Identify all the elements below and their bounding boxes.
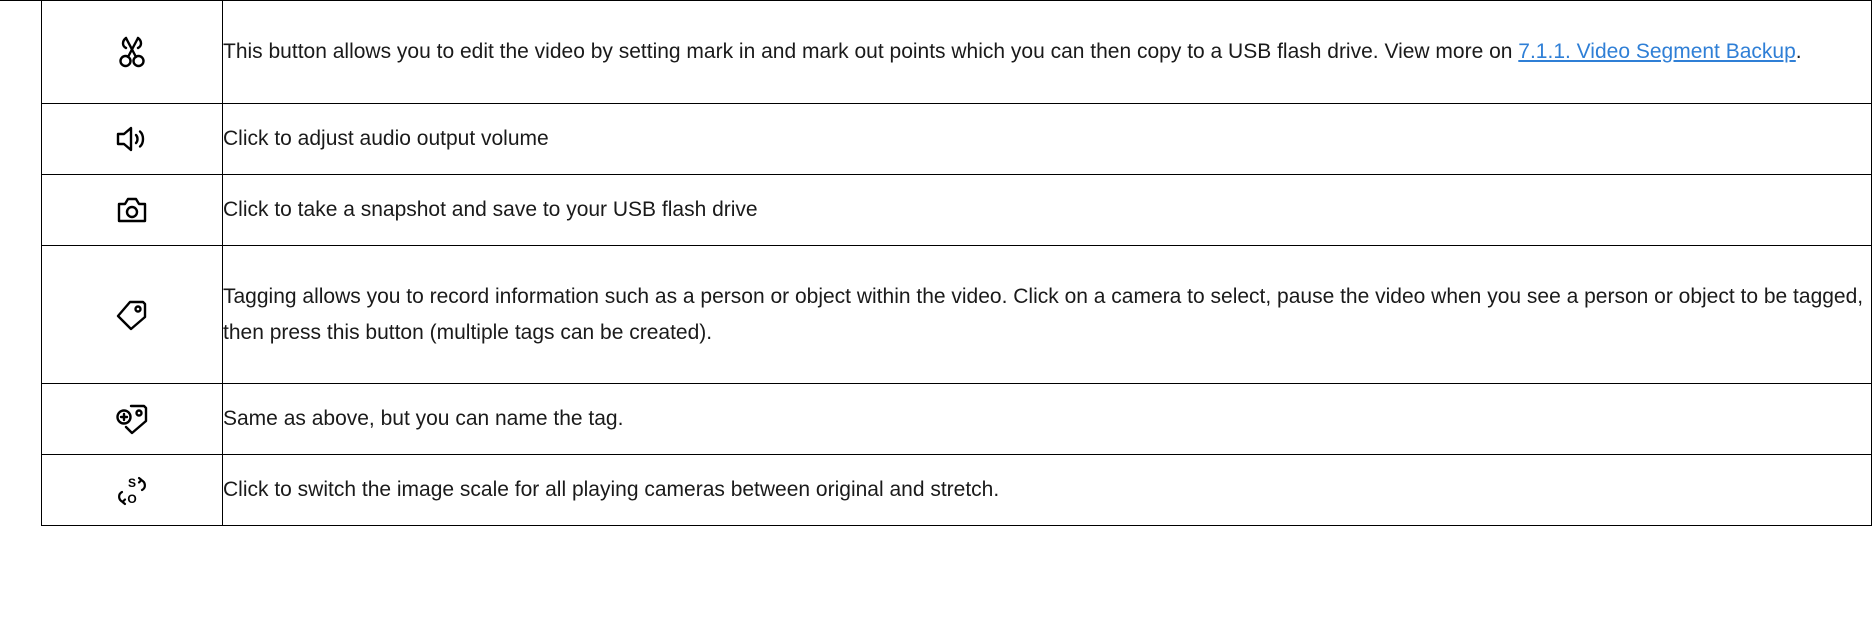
icon-cell	[41, 103, 223, 175]
description-cell: Same as above, but you can name the tag.	[222, 383, 1872, 455]
table-row: Tagging allows you to record information…	[41, 245, 1872, 384]
description-cell: Tagging allows you to record information…	[222, 245, 1872, 384]
description-cell: This button allows you to edit the video…	[222, 0, 1872, 104]
top-rule	[0, 0, 42, 1]
table-row: S O Click to switch the image scale for …	[41, 454, 1872, 526]
icon-cell	[41, 174, 223, 246]
description-text: Click to switch the image scale for all …	[223, 478, 1000, 501]
camera-snapshot-icon	[116, 197, 148, 223]
scale-switch-letter-o: O	[127, 492, 136, 506]
tag-icon	[116, 300, 148, 330]
scale-switch-letter-s: S	[128, 476, 136, 490]
description-text: Same as above, but you can name the tag.	[223, 407, 624, 430]
tag-add-name-icon	[115, 404, 149, 435]
table-row: Click to take a snapshot and save to you…	[41, 174, 1872, 246]
video-segment-backup-link[interactable]: 7.1.1. Video Segment Backup	[1518, 40, 1795, 63]
icon-cell	[41, 245, 223, 384]
scissors-icon	[117, 36, 147, 68]
description-cell: Click to adjust audio output volume	[222, 103, 1872, 175]
icon-cell	[41, 383, 223, 455]
description-cell: Click to take a snapshot and save to you…	[222, 174, 1872, 246]
description-cell: Click to switch the image scale for all …	[222, 454, 1872, 526]
speaker-volume-icon	[115, 126, 149, 152]
icon-cell	[41, 0, 223, 104]
table-row: This button allows you to edit the video…	[41, 0, 1872, 104]
description-text: Tagging allows you to record information…	[223, 284, 1864, 344]
scale-switch-icon: S O	[115, 476, 149, 506]
description-text-end: .	[1795, 40, 1802, 63]
table-row: Click to adjust audio output volume	[41, 103, 1872, 175]
description-text: This button allows you to edit the video…	[223, 40, 1519, 63]
description-text: Click to adjust audio output volume	[223, 127, 549, 150]
toolbar-help-table: This button allows you to edit the video…	[41, 0, 1872, 526]
icon-cell: S O	[41, 454, 223, 526]
table-row: Same as above, but you can name the tag.	[41, 383, 1872, 455]
description-text: Click to take a snapshot and save to you…	[223, 198, 758, 221]
